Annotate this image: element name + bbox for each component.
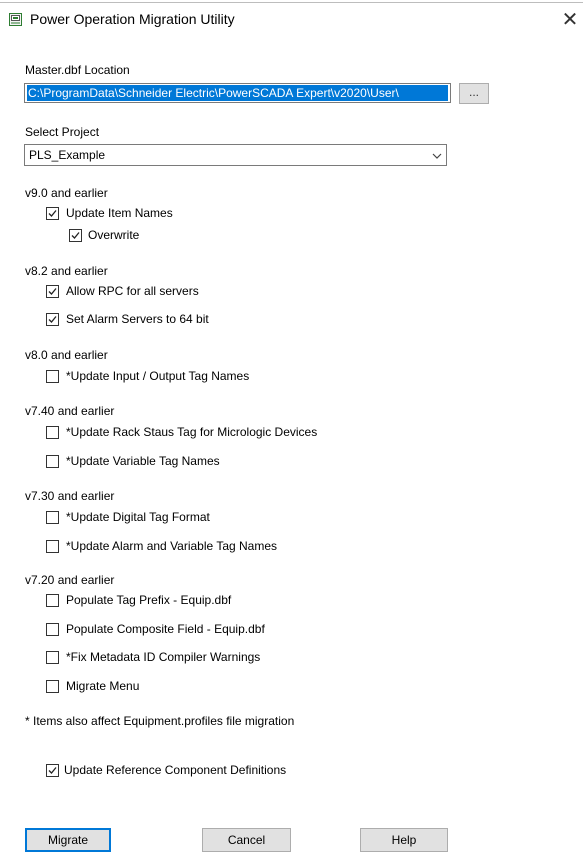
window-title: Power Operation Migration Utility (30, 11, 235, 27)
migrate-menu-checkbox[interactable] (46, 680, 59, 693)
update-digital-tag-format-label: *Update Digital Tag Format (66, 510, 210, 524)
master-location-label: Master.dbf Location (25, 63, 130, 77)
update-rack-status-label: *Update Rack Staus Tag for Micrologic De… (66, 425, 318, 439)
master-path-value: C:\ProgramData\Schneider Electric\PowerS… (27, 85, 448, 101)
checkmark-icon (48, 767, 57, 774)
app-window-icon (9, 13, 22, 26)
update-variable-tag-names-checkbox[interactable] (46, 455, 59, 468)
update-rack-status-checkbox[interactable] (46, 426, 59, 439)
section-heading-v7-30: v7.30 and earlier (25, 489, 115, 503)
window-top-border (0, 2, 583, 3)
project-select-value: PLS_Example (29, 148, 106, 162)
allow-rpc-label: Allow RPC for all servers (66, 284, 199, 298)
populate-composite-field-checkbox[interactable] (46, 623, 59, 636)
alarm-servers-64bit-label: Set Alarm Servers to 64 bit (66, 312, 209, 326)
close-button[interactable]: ✕ (557, 8, 583, 32)
overwrite-label: Overwrite (88, 228, 140, 242)
section-heading-v9-0: v9.0 and earlier (25, 186, 108, 200)
update-io-tag-names-checkbox[interactable] (46, 370, 59, 383)
title-bar: Power Operation Migration Utility ✕ (0, 0, 583, 40)
section-heading-v7-40: v7.40 and earlier (25, 404, 115, 418)
select-project-label: Select Project (25, 125, 100, 139)
help-button[interactable]: Help (360, 828, 448, 852)
populate-tag-prefix-label: Populate Tag Prefix - Equip.dbf (66, 593, 232, 607)
update-reference-components-label: Update Reference Component Definitions (64, 763, 287, 777)
allow-rpc-checkbox[interactable] (46, 285, 59, 298)
project-select[interactable]: PLS_Example (24, 144, 447, 166)
update-alarm-variable-tag-names-checkbox[interactable] (46, 540, 59, 553)
master-path-input[interactable]: C:\ProgramData\Schneider Electric\PowerS… (24, 83, 451, 103)
section-heading-v7-20: v7.20 and earlier (25, 573, 115, 587)
alarm-servers-64bit-checkbox[interactable] (46, 313, 59, 326)
section-heading-v8-2: v8.2 and earlier (25, 264, 108, 278)
cancel-button[interactable]: Cancel (202, 828, 291, 852)
populate-tag-prefix-checkbox[interactable] (46, 594, 59, 607)
fix-metadata-id-checkbox[interactable] (46, 651, 59, 664)
update-alarm-variable-tag-names-label: *Update Alarm and Variable Tag Names (66, 539, 278, 553)
fix-metadata-id-label: *Fix Metadata ID Compiler Warnings (66, 650, 261, 664)
overwrite-checkbox[interactable] (69, 229, 82, 242)
update-item-names-checkbox[interactable] (46, 207, 59, 220)
section-heading-v8-0: v8.0 and earlier (25, 348, 108, 362)
checkmark-icon (48, 210, 57, 217)
checkmark-icon (71, 232, 80, 239)
browse-button[interactable]: ... (459, 83, 489, 104)
checkmark-icon (48, 316, 57, 323)
footnote-text: * Items also affect Equipment.profiles f… (25, 714, 295, 728)
update-variable-tag-names-label: *Update Variable Tag Names (66, 454, 220, 468)
migrate-menu-label: Migrate Menu (66, 679, 140, 693)
chevron-down-icon (432, 150, 442, 160)
update-item-names-label: Update Item Names (66, 206, 173, 220)
checkmark-icon (48, 288, 57, 295)
update-digital-tag-format-checkbox[interactable] (46, 511, 59, 524)
populate-composite-field-label: Populate Composite Field - Equip.dbf (66, 622, 265, 636)
update-io-tag-names-label: *Update Input / Output Tag Names (66, 369, 250, 383)
update-reference-components-checkbox[interactable] (46, 764, 59, 777)
migrate-button[interactable]: Migrate (25, 828, 111, 852)
